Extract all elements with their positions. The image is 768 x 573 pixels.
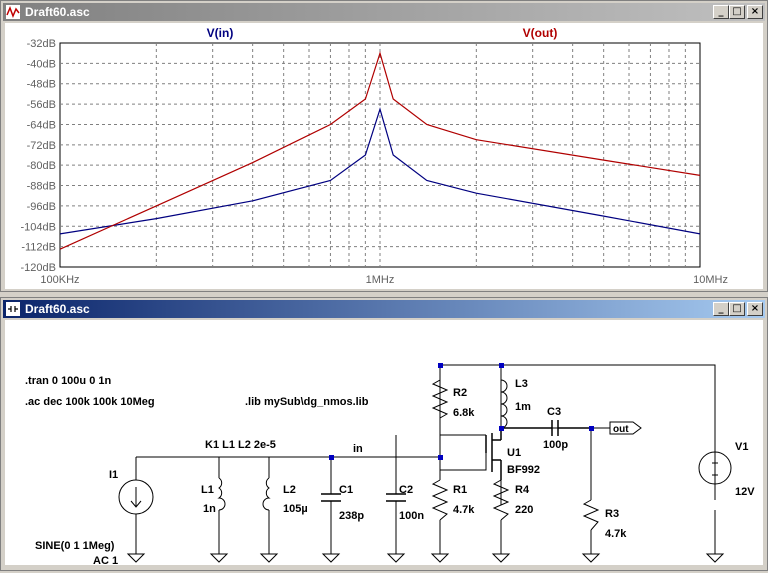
x-tick-label: 10MHz bbox=[693, 274, 728, 286]
c2-ref[interactable]: C2 bbox=[399, 484, 413, 496]
x-tick-label: 1MHz bbox=[366, 274, 395, 286]
coupling-statement[interactable]: K1 L1 L2 2e-5 bbox=[205, 439, 276, 451]
directive-tran[interactable]: .tran 0 100u 0 1n bbox=[25, 375, 111, 387]
r1-value[interactable]: 4.7k bbox=[453, 504, 475, 516]
plot-frame bbox=[59, 42, 701, 268]
c1-ref[interactable]: C1 bbox=[339, 484, 353, 496]
l3-ref[interactable]: L3 bbox=[515, 378, 528, 390]
minimize-button[interactable]: _ bbox=[713, 302, 729, 316]
c3-value[interactable]: 100p bbox=[543, 439, 568, 451]
c3-ref[interactable]: C3 bbox=[547, 406, 561, 418]
i1-ref[interactable]: I1 bbox=[109, 469, 118, 481]
y-tick-label: -56dB bbox=[27, 99, 56, 111]
ground-symbols bbox=[126, 553, 725, 563]
l2-ref[interactable]: L2 bbox=[283, 484, 296, 496]
x-tick-label: 100KHz bbox=[40, 274, 79, 286]
r3-ref[interactable]: R3 bbox=[605, 508, 619, 520]
maximize-button[interactable]: □ bbox=[729, 302, 745, 316]
l1-value[interactable]: 1n bbox=[203, 503, 216, 515]
maximize-button[interactable]: □ bbox=[729, 5, 745, 19]
r4-value[interactable]: 220 bbox=[515, 504, 533, 516]
plot-window-title: Draft60.asc bbox=[25, 5, 90, 19]
directive-ac[interactable]: .ac dec 100k 100k 10Meg bbox=[25, 396, 155, 408]
r4-ref[interactable]: R4 bbox=[515, 484, 530, 496]
y-tick-label: -40dB bbox=[27, 58, 56, 70]
r1-ref[interactable]: R1 bbox=[453, 484, 467, 496]
y-tick-label: -96dB bbox=[27, 201, 56, 213]
y-tick-label: -32dB bbox=[27, 38, 56, 50]
l1-ref[interactable]: L1 bbox=[201, 484, 214, 496]
schematic-canvas[interactable]: .tran 0 100u 0 1n .ac dec 100k 100k 10Me… bbox=[5, 320, 763, 567]
minimize-button[interactable]: _ bbox=[713, 5, 729, 19]
y-tick-label: -80dB bbox=[27, 160, 56, 172]
y-tick-label: -88dB bbox=[27, 181, 56, 193]
plot-window: Draft60.asc _ □ × -32dB -40dB -48dB -56dB -6… bbox=[0, 0, 768, 292]
r2-ref[interactable]: R2 bbox=[453, 387, 467, 399]
y-tick-label: -112dB bbox=[21, 242, 56, 254]
r3-value[interactable]: 4.7k bbox=[605, 528, 627, 540]
l3-value[interactable]: 1m bbox=[515, 401, 531, 413]
schematic-window-titlebar[interactable]: Draft60.asc _ □ × bbox=[3, 300, 765, 318]
net-label-out[interactable]: out bbox=[613, 424, 629, 435]
close-button[interactable]: × bbox=[747, 302, 763, 316]
v1-value[interactable]: 12V bbox=[735, 486, 755, 498]
y-tick-label: -120dB bbox=[21, 262, 56, 274]
c1-value[interactable]: 238p bbox=[339, 510, 364, 522]
v1-ref[interactable]: V1 bbox=[735, 441, 748, 453]
net-label-in[interactable]: in bbox=[353, 443, 363, 455]
l2-value[interactable]: 105µ bbox=[283, 503, 308, 515]
close-button[interactable]: × bbox=[747, 5, 763, 19]
y-tick-label: -64dB bbox=[27, 119, 56, 131]
plot-area[interactable]: -32dB -40dB -48dB -56dB -64dB -72dB -80dB -88dB… bbox=[5, 23, 763, 289]
bode-chart[interactable]: -32dB -40dB -48dB -56dB -64dB -72dB -80dB -88dB… bbox=[5, 23, 763, 289]
u1-ref[interactable]: U1 bbox=[507, 447, 521, 459]
i1-value[interactable]: SINE(0 1 1Meg) bbox=[35, 540, 115, 552]
schematic-app-icon bbox=[6, 302, 20, 316]
r2-value[interactable]: 6.8k bbox=[453, 407, 475, 419]
legend-v-out[interactable]: V(out) bbox=[523, 26, 558, 40]
schematic-window: Draft60.asc _ □ × .tran 0 100u 0 1n .ac … bbox=[0, 297, 768, 571]
i1-ac[interactable]: AC 1 bbox=[93, 555, 118, 567]
directive-lib[interactable]: .lib mySub\dg_nmos.lib bbox=[245, 396, 369, 408]
c2-value[interactable]: 100n bbox=[399, 510, 424, 522]
y-tick-label: -104dB bbox=[21, 221, 56, 233]
legend-v-in[interactable]: V(in) bbox=[207, 26, 234, 40]
schematic-window-title: Draft60.asc bbox=[25, 302, 90, 316]
y-tick-label: -48dB bbox=[27, 79, 56, 91]
y-tick-label: -72dB bbox=[27, 140, 56, 152]
u1-value[interactable]: BF992 bbox=[507, 464, 540, 476]
schematic-drawing[interactable]: .tran 0 100u 0 1n .ac dec 100k 100k 10Me… bbox=[5, 320, 763, 567]
waveform-app-icon bbox=[6, 5, 20, 19]
plot-window-titlebar[interactable]: Draft60.asc _ □ × bbox=[3, 3, 765, 21]
